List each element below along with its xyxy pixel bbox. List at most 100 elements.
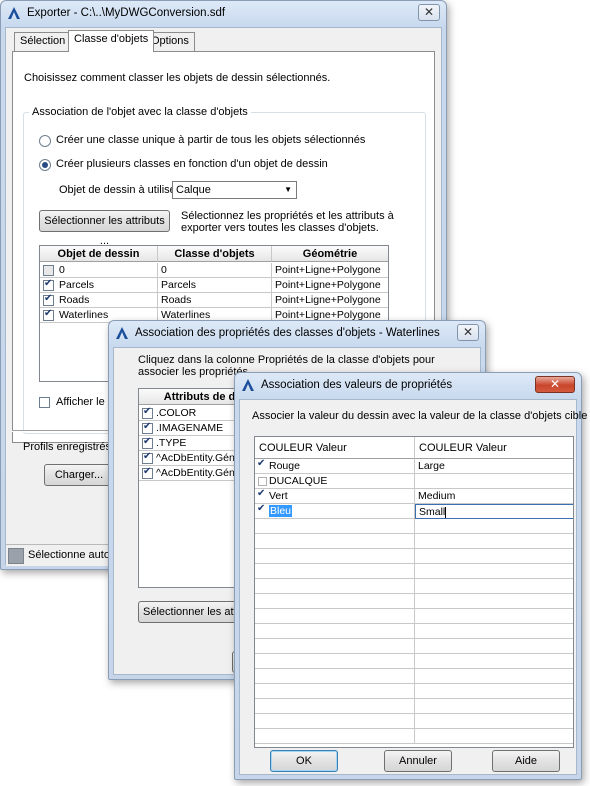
select-attributes-button[interactable]: Sélectionner les attributs ... xyxy=(39,210,170,247)
column-header[interactable]: COULEUR Valeur xyxy=(415,437,573,459)
status-icon xyxy=(8,548,24,564)
table-cell[interactable]: Parcels xyxy=(40,278,158,293)
empty-cell[interactable] xyxy=(255,729,415,744)
column-header[interactable]: Géométrie xyxy=(272,246,388,262)
object-dropdown-value: Calque xyxy=(176,184,211,196)
empty-cell[interactable] xyxy=(255,624,415,639)
value-association-titlebar[interactable]: Association des valeurs de propriétés ✕ xyxy=(235,373,581,399)
close-icon[interactable]: ✕ xyxy=(535,376,575,393)
table-cell[interactable]: Roads xyxy=(158,293,272,308)
help-button[interactable]: Aide xyxy=(492,750,560,772)
row-checkbox[interactable] xyxy=(43,308,54,321)
empty-cell[interactable] xyxy=(255,684,415,699)
empty-cell[interactable] xyxy=(415,594,573,609)
table-cell[interactable]: Vert xyxy=(255,489,415,504)
empty-cell[interactable] xyxy=(255,654,415,669)
autocad-logo-icon xyxy=(8,7,20,19)
row-checkbox[interactable] xyxy=(43,293,54,306)
table-cell[interactable]: DUCALQUE xyxy=(255,474,415,489)
select-attributes-description: Sélectionnez les propriétés et les attri… xyxy=(181,210,394,234)
table-cell[interactable]: 0 xyxy=(158,263,272,278)
load-button[interactable]: Charger... xyxy=(44,464,114,486)
radio-multiple-label: Créer plusieurs classes en fonction d'un… xyxy=(56,158,328,170)
radio-unique-label: Créer une classe unique à partir de tous… xyxy=(56,134,366,146)
property-association-title: Association des propriétés des classes d… xyxy=(135,327,440,339)
empty-cell[interactable] xyxy=(255,549,415,564)
empty-cell[interactable] xyxy=(415,684,573,699)
empty-cell[interactable] xyxy=(255,579,415,594)
chevron-down-icon: ▼ xyxy=(284,185,292,194)
empty-cell[interactable] xyxy=(415,729,573,744)
status-text: Sélectionne autor xyxy=(28,549,114,561)
row-checkbox[interactable] xyxy=(258,477,267,486)
table-cell[interactable]: 0 xyxy=(40,263,158,278)
empty-cell[interactable] xyxy=(415,624,573,639)
row-checkbox[interactable] xyxy=(43,278,54,291)
empty-cell[interactable] xyxy=(415,579,573,594)
autocad-logo-icon xyxy=(242,379,254,391)
row-checkbox[interactable] xyxy=(257,458,268,472)
table-cell[interactable]: Point+Ligne+Polygone xyxy=(272,278,388,293)
object-dropdown[interactable]: Calque ▼ xyxy=(172,181,297,199)
row-checkbox[interactable] xyxy=(142,406,153,419)
empty-cell[interactable] xyxy=(415,549,573,564)
empty-cell[interactable] xyxy=(415,654,573,669)
profiles-label: Profils enregistrés xyxy=(23,441,112,453)
empty-cell[interactable] xyxy=(415,519,573,534)
value-association-instruction: Associer la valeur du dessin avec la val… xyxy=(252,410,588,422)
autocad-logo-icon xyxy=(116,327,128,339)
cancel-button[interactable]: Annuler xyxy=(384,750,452,772)
radio-multiple-classes[interactable] xyxy=(39,159,51,171)
row-checkbox[interactable] xyxy=(142,421,153,434)
row-checkbox[interactable] xyxy=(257,488,268,502)
table-cell[interactable] xyxy=(415,474,573,489)
empty-cell[interactable] xyxy=(415,534,573,549)
export-instruction: Choisissez comment classer les objets de… xyxy=(24,72,331,84)
table-cell[interactable]: Point+Ligne+Polygone xyxy=(272,293,388,308)
empty-cell[interactable] xyxy=(255,564,415,579)
tab-feature-class[interactable]: Classe d'objets xyxy=(68,30,155,52)
empty-cell[interactable] xyxy=(255,669,415,684)
row-checkbox[interactable] xyxy=(257,503,268,517)
column-header[interactable]: Classe d'objets xyxy=(158,246,272,262)
empty-cell[interactable] xyxy=(255,519,415,534)
table-cell[interactable]: Rouge xyxy=(255,459,415,474)
empty-cell[interactable] xyxy=(415,564,573,579)
tab-selection[interactable]: Sélection xyxy=(14,32,72,51)
export-title: Exporter - C:\..\MyDWGConversion.sdf xyxy=(27,7,226,19)
empty-cell[interactable] xyxy=(255,609,415,624)
value-association-title: Association des valeurs de propriétés xyxy=(261,379,453,391)
row-checkbox[interactable] xyxy=(142,436,153,449)
table-cell[interactable]: Large xyxy=(415,459,573,474)
table-cell[interactable]: Parcels xyxy=(158,278,272,293)
value-association-window: Association des valeurs de propriétés ✕ … xyxy=(234,372,587,780)
empty-cell[interactable] xyxy=(255,714,415,729)
radio-unique-class[interactable] xyxy=(39,135,51,147)
export-titlebar[interactable]: Exporter - C:\..\MyDWGConversion.sdf ✕ xyxy=(1,1,446,27)
empty-cell[interactable] xyxy=(255,594,415,609)
empty-cell[interactable] xyxy=(255,699,415,714)
table-cell[interactable]: Roads xyxy=(40,293,158,308)
object-label: Objet de dessin à utiliser: xyxy=(59,184,183,196)
table-cell[interactable]: Point+Ligne+Polygone xyxy=(272,263,388,278)
show-checkbox[interactable] xyxy=(39,397,50,408)
empty-cell[interactable] xyxy=(255,534,415,549)
column-header[interactable]: Objet de dessin xyxy=(40,246,158,262)
empty-cell[interactable] xyxy=(415,609,573,624)
column-header[interactable]: COULEUR Valeur xyxy=(255,437,415,459)
ok-button[interactable]: OK xyxy=(270,750,338,772)
empty-cell[interactable] xyxy=(415,639,573,654)
row-checkbox[interactable] xyxy=(142,466,153,479)
close-icon[interactable]: ✕ xyxy=(418,4,440,21)
property-association-titlebar[interactable]: Association des propriétés des classes d… xyxy=(109,321,485,347)
row-checkbox[interactable] xyxy=(43,265,54,276)
empty-cell[interactable] xyxy=(415,714,573,729)
empty-cell[interactable] xyxy=(255,639,415,654)
empty-cell[interactable] xyxy=(415,699,573,714)
table-cell[interactable]: Medium xyxy=(415,489,573,504)
close-icon[interactable]: ✕ xyxy=(457,324,479,341)
row-checkbox[interactable] xyxy=(142,451,153,464)
empty-cell[interactable] xyxy=(415,669,573,684)
table-cell[interactable]: Bleu xyxy=(255,504,415,519)
table-cell-editing[interactable]: Small xyxy=(415,504,573,519)
